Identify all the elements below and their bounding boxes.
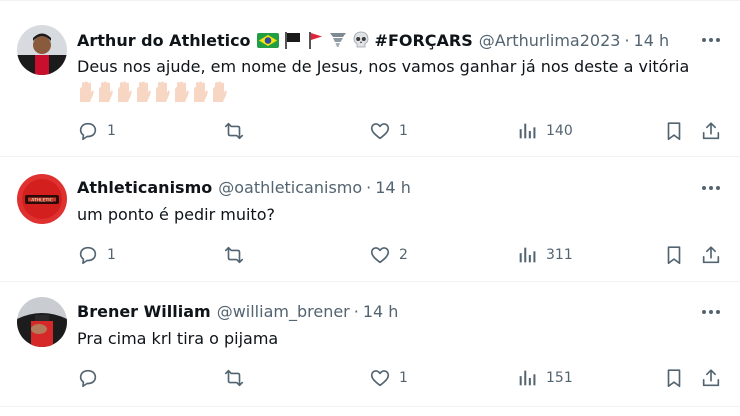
share-button[interactable] — [700, 244, 722, 266]
tweet[interactable]: ATHLETIC Athleticanismo @oathleticanismo… — [0, 157, 740, 282]
raised-hand-icon — [80, 81, 94, 102]
reply-count: 1 — [107, 123, 116, 139]
view-count: 140 — [546, 123, 573, 139]
hashtag[interactable]: #FORÇARS — [375, 31, 473, 50]
reply-button[interactable]: 1 — [77, 244, 116, 266]
tweet-header: Brener William @william_brener · 14 h — [77, 302, 398, 321]
like-count: 1 — [399, 370, 408, 386]
more-options-icon[interactable] — [700, 30, 722, 50]
bookmark-button[interactable] — [663, 244, 685, 266]
retweet-button[interactable] — [222, 120, 254, 142]
retweet-button[interactable] — [222, 244, 254, 266]
avatar[interactable]: ATHLETIC — [17, 174, 67, 224]
like-count: 2 — [399, 247, 408, 263]
analytics-icon — [519, 247, 536, 263]
retweet-icon — [224, 369, 244, 387]
name-emojis — [256, 30, 371, 50]
author-handle[interactable]: @oathleticanismo — [218, 178, 362, 197]
tweet-header: Arthur do Athletico #FORÇARS @Arthurlima… — [77, 30, 669, 50]
author-handle[interactable]: @Arthurlima2023 — [479, 31, 621, 50]
share-button[interactable] — [700, 120, 722, 142]
avatar[interactable] — [17, 297, 67, 347]
tweet-text: um ponto é pedir muito? — [77, 205, 275, 224]
bookmark-button[interactable] — [663, 367, 685, 389]
tweet[interactable]: Arthur do Athletico #FORÇARS @Arthurlima… — [0, 10, 740, 157]
tweet-header: Athleticanismo @oathleticanismo · 14 h — [77, 178, 411, 197]
raised-hand-icon — [137, 81, 151, 102]
raised-hand-icon — [175, 81, 189, 102]
reply-button[interactable]: 1 — [77, 120, 116, 142]
author-name[interactable]: Athleticanismo — [77, 178, 212, 197]
timestamp[interactable]: 14 h — [375, 178, 411, 197]
share-icon — [702, 246, 720, 264]
reply-icon — [79, 369, 97, 388]
like-button[interactable]: 2 — [369, 244, 408, 266]
raised-hand-icon — [213, 81, 227, 102]
retweet-icon — [224, 246, 244, 264]
bookmark-button[interactable] — [663, 120, 685, 142]
tornado-icon — [328, 30, 348, 50]
skull-icon — [351, 30, 371, 50]
separator-dot: · — [624, 30, 630, 50]
reply-count: 1 — [107, 247, 116, 263]
bookmark-icon — [667, 246, 681, 265]
bookmark-icon — [667, 122, 681, 141]
analytics-icon — [519, 370, 536, 386]
raised-hand-icon — [118, 81, 132, 102]
bookmark-icon — [667, 369, 681, 388]
views-button[interactable]: 140 — [516, 120, 573, 142]
top-divider — [0, 0, 740, 1]
views-button[interactable]: 151 — [516, 367, 573, 389]
like-count: 1 — [399, 123, 408, 139]
avatar[interactable] — [17, 25, 67, 75]
black-flag-icon — [282, 30, 302, 50]
timestamp[interactable]: 14 h — [634, 31, 670, 50]
share-icon — [702, 369, 720, 387]
retweet-icon — [224, 122, 244, 140]
tweet-text: Deus nos ajude, em nome de Jesus, nos va… — [77, 57, 690, 76]
analytics-icon — [519, 123, 536, 139]
raised-hand-icon — [156, 81, 170, 102]
raised-hand-icon — [194, 81, 208, 102]
timestamp[interactable]: 14 h — [363, 302, 399, 321]
share-button[interactable] — [700, 367, 722, 389]
views-button[interactable]: 311 — [516, 244, 573, 266]
reply-button[interactable] — [77, 367, 107, 389]
raised-hands-emojis — [77, 81, 228, 103]
raised-hand-icon — [99, 81, 113, 102]
like-button[interactable]: 1 — [369, 120, 408, 142]
heart-icon — [370, 247, 390, 264]
separator-dot: · — [353, 302, 359, 321]
like-button[interactable]: 1 — [369, 367, 408, 389]
more-options-icon[interactable] — [700, 302, 722, 322]
more-options-icon[interactable] — [700, 178, 722, 198]
author-name[interactable]: Arthur do Athletico — [77, 31, 251, 50]
view-count: 151 — [546, 370, 573, 386]
separator-dot: · — [366, 178, 372, 197]
reply-icon — [79, 246, 97, 265]
tweet[interactable]: Brener William @william_brener · 14 h Pr… — [0, 282, 740, 407]
share-icon — [702, 122, 720, 140]
tweet-text: Pra cima krl tira o pijama — [77, 329, 279, 348]
red-flag-icon — [305, 30, 325, 50]
retweet-button[interactable] — [222, 367, 254, 389]
brazil-flag-icon — [256, 32, 279, 48]
heart-icon — [370, 370, 390, 387]
svg-text:ATHLETIC: ATHLETIC — [31, 197, 52, 203]
author-name[interactable]: Brener William — [77, 302, 211, 321]
view-count: 311 — [546, 247, 573, 263]
reply-icon — [79, 122, 97, 141]
heart-icon — [370, 123, 390, 140]
author-handle[interactable]: @william_brener — [217, 302, 350, 321]
